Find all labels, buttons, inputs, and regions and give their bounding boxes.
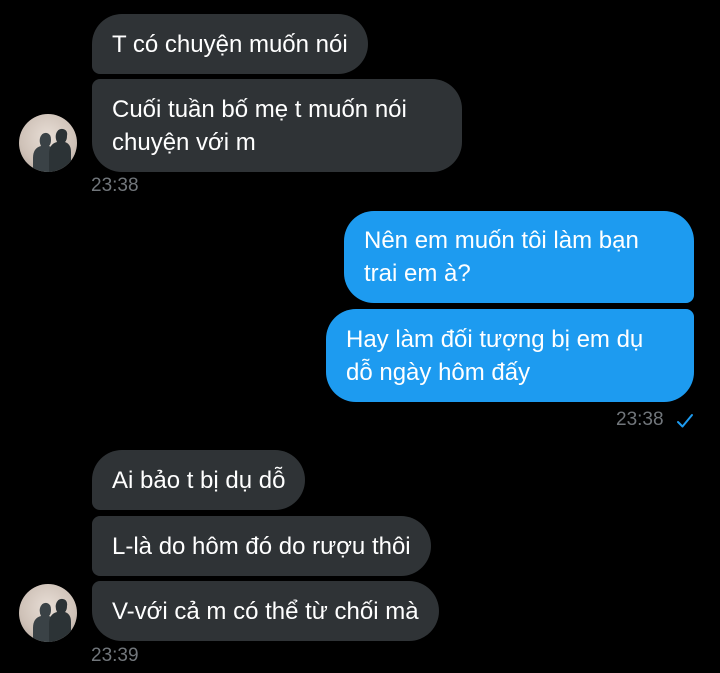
- incoming-message[interactable]: Ai bảo t bị dụ dỗ: [92, 450, 306, 510]
- message-text: Nên em muốn tôi làm bạn: [364, 227, 639, 254]
- message-text: Cuối tuần bố mẹ t muốn nói: [112, 95, 407, 123]
- contact-avatar[interactable]: [19, 114, 77, 172]
- message-text: dỗ ngày hôm đấy: [346, 358, 531, 386]
- message-text: chuyện với m: [112, 128, 256, 156]
- timestamp: 23:38: [616, 409, 664, 430]
- message-text: Ai bảo t bị dụ dỗ: [112, 466, 286, 494]
- incoming-message[interactable]: T có chuyện muốn nói: [92, 14, 368, 74]
- timestamp: 23:39: [91, 645, 139, 666]
- outgoing-message[interactable]: Hay làm đối tượng bị em dụ dỗ ngày hôm đ…: [326, 309, 694, 402]
- check-icon: [677, 414, 693, 428]
- incoming-message[interactable]: V-với cả m có thể từ chối mà: [92, 581, 439, 641]
- message-text: L-là do hôm đó do rượu thôi: [112, 532, 411, 560]
- message-text: V-với cả m có thể từ chối mà: [112, 597, 419, 625]
- timestamp: 23:38: [91, 175, 139, 196]
- message-text: Hay làm đối tượng bị em dụ: [346, 325, 644, 353]
- outgoing-message[interactable]: Nên em muốn tôi làm bạn trai em à?: [344, 211, 694, 303]
- message-text: T có chuyện muốn nói: [112, 30, 348, 58]
- message-text: trai em à?: [364, 260, 471, 287]
- incoming-message[interactable]: Cuối tuần bố mẹ t muốn nói chuyện với m: [92, 79, 462, 172]
- contact-avatar[interactable]: [19, 584, 77, 642]
- incoming-message[interactable]: L-là do hôm đó do rượu thôi: [92, 516, 431, 576]
